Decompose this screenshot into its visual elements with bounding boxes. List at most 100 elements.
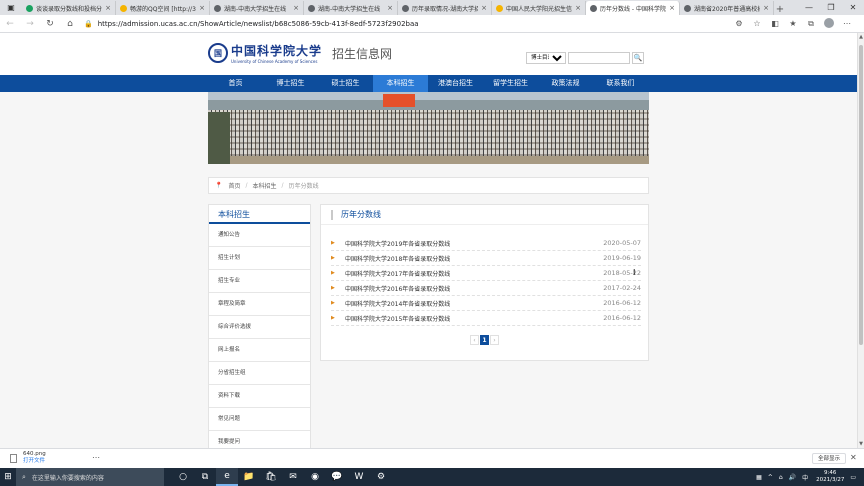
mail-icon[interactable]: ✉	[282, 468, 304, 486]
profile-avatar[interactable]	[820, 17, 838, 30]
scroll-up-icon[interactable]: ▲	[858, 34, 864, 40]
collections-icon[interactable]: ⧉	[802, 19, 820, 29]
list-item-title[interactable]: 中国科学院大学2018年各省录取分数线	[345, 254, 603, 263]
store-icon[interactable]: 🛍	[260, 468, 282, 486]
search-input[interactable]	[568, 52, 630, 64]
file-explorer-icon[interactable]: 📁	[238, 468, 260, 486]
list-item[interactable]: ▶ 中国科学院大学2018年各省录取分数线 2019-06-19	[331, 251, 641, 266]
sidebar-item[interactable]: 章程及简章	[209, 293, 310, 316]
list-item[interactable]: ▶ 中国科学院大学2015年各省录取分数线 2016-06-12	[331, 311, 641, 326]
ime-icon[interactable]: 中	[802, 473, 808, 482]
browser-tab[interactable]: 畅游的QQ空间 [http://311×	[116, 1, 210, 15]
sidebar-item[interactable]: 通知公告	[209, 224, 310, 247]
sidebar-item[interactable]: 综合评价选拔	[209, 316, 310, 339]
nav-item[interactable]: 硕士招生	[318, 75, 373, 92]
reload-icon[interactable]: ↻	[40, 19, 60, 29]
address-bar[interactable]: 🔒 https://admission.ucas.ac.cn/ShowArtic…	[80, 17, 730, 30]
minimize-icon[interactable]: —	[798, 0, 820, 15]
more-menu-icon[interactable]: ⋯	[838, 19, 856, 28]
close-window-icon[interactable]: ✕	[842, 0, 864, 15]
sidebar-item[interactable]: 资料下载	[209, 385, 310, 408]
network-icon[interactable]: ⌂	[779, 474, 783, 481]
list-item-title[interactable]: 中国科学院大学2014年各省录取分数线	[345, 299, 603, 308]
show-all-downloads-button[interactable]: 全部显示	[812, 453, 846, 464]
site-settings-icon[interactable]: ⚙	[730, 19, 748, 28]
list-item[interactable]: ▶ 中国科学院大学2014年各省录取分数线 2016-06-12	[331, 296, 641, 311]
browser-tab[interactable]: 湖南-中南大学招生在线 ×	[304, 1, 398, 15]
scroll-down-icon[interactable]: ▼	[858, 441, 864, 447]
tray-app-icon[interactable]: ▦	[756, 474, 762, 481]
browser-tab[interactable]: 历年录取情况-湖南大学招 ×	[398, 1, 492, 15]
site-logo[interactable]: 国 中国科学院大学 University of Chinese Academy …	[208, 42, 392, 64]
list-item[interactable]: ▶ 中国科学院大学2017年各省录取分数线 2018-05-22	[331, 266, 641, 281]
new-tab-button[interactable]: +	[774, 4, 786, 15]
tab-close-icon[interactable]: ×	[199, 4, 205, 12]
close-download-bar-icon[interactable]: ✕	[850, 453, 857, 462]
extension-icon[interactable]: ◧	[766, 19, 784, 28]
list-item-title[interactable]: 中国科学院大学2015年各省录取分数线	[345, 314, 603, 323]
nav-item[interactable]: 联系我们	[593, 75, 648, 92]
nav-item[interactable]: 政策法规	[538, 75, 593, 92]
list-item-title[interactable]: 中国科学院大学2016年各省录取分数线	[345, 284, 603, 293]
maximize-icon[interactable]: ❐	[820, 0, 842, 15]
open-file-link[interactable]: 打开文件	[23, 458, 46, 465]
sidebar-item[interactable]: 网上报名	[209, 339, 310, 362]
search-button[interactable]: 🔍	[632, 52, 644, 64]
wps-icon[interactable]: W	[348, 468, 370, 486]
page-scrollbar[interactable]: ▲ ▼	[857, 33, 864, 448]
tab-close-icon[interactable]: ×	[105, 4, 111, 12]
tab-close-icon[interactable]: ×	[763, 4, 769, 12]
browser-tab[interactable]: 湖南省2020年普通高校招 ×	[680, 1, 774, 15]
download-more-icon[interactable]: ⋯	[92, 453, 100, 462]
task-view-icon[interactable]: ⧉	[194, 468, 216, 486]
next-page-button[interactable]: ›	[490, 335, 499, 345]
sidebar-item[interactable]: 我要提问	[209, 431, 310, 448]
system-clock[interactable]: 9:46 2021/3/27	[816, 470, 844, 484]
browser-tab[interactable]: 谈谈录取分数线和投档分数 ×	[22, 1, 116, 15]
sidebar-item[interactable]: 分省招生组	[209, 362, 310, 385]
notification-icon[interactable]: ▭	[850, 474, 856, 481]
nav-item[interactable]: 本科招生	[373, 75, 428, 92]
search-category-select[interactable]: 博士目录	[526, 52, 566, 64]
tab-close-icon[interactable]: ×	[481, 4, 487, 12]
nav-item[interactable]: 留学生招生	[483, 75, 538, 92]
nav-item[interactable]: 港澳台招生	[428, 75, 483, 92]
star-icon[interactable]: ☆	[748, 19, 766, 28]
forward-icon[interactable]: →	[20, 19, 40, 29]
list-item-title[interactable]: 中国科学院大学2017年各省录取分数线	[345, 269, 603, 278]
scrollbar-thumb[interactable]	[859, 45, 863, 345]
list-item-title[interactable]: 中国科学院大学2019年各省录取分数线	[345, 239, 603, 248]
sidebar-item[interactable]: 常见问题	[209, 408, 310, 431]
tab-close-icon[interactable]: ×	[387, 4, 393, 12]
sidebar-item[interactable]: 招生计划	[209, 247, 310, 270]
chevron-up-icon[interactable]: ^	[768, 474, 773, 481]
tab-close-icon[interactable]: ×	[575, 4, 581, 12]
browser-tab[interactable]: 中国人民大学阳光招生信息 ×	[492, 1, 586, 15]
list-item[interactable]: ▶ 中国科学院大学2019年各省录取分数线 2020-05-07	[331, 236, 641, 251]
list-item[interactable]: ▶ 中国科学院大学2016年各省录取分数线 2017-02-24	[331, 281, 641, 296]
breadcrumb-section[interactable]: 本科招生	[253, 181, 277, 190]
favorites-icon[interactable]: ★	[784, 19, 802, 28]
chrome-icon[interactable]: ◉	[304, 468, 326, 486]
edge-browser-icon[interactable]: e	[216, 468, 238, 486]
cortana-icon[interactable]: ○	[172, 468, 194, 486]
browser-tab[interactable]: 历年分数线 - 中国科学院大 ×	[586, 1, 680, 15]
page-1-button[interactable]: 1	[480, 335, 489, 345]
tab-close-icon[interactable]: ×	[669, 4, 675, 12]
wechat-icon[interactable]: 💬	[326, 468, 348, 486]
home-icon[interactable]: ⌂	[60, 19, 80, 29]
nav-item[interactable]: 首页	[208, 75, 263, 92]
browser-tab[interactable]: 湖南-中南大学招生在线 ×	[210, 1, 304, 15]
back-icon[interactable]: ←	[0, 19, 20, 29]
window-menu-icon[interactable]: ▣	[0, 0, 22, 15]
windows-start-icon[interactable]: ⊞	[0, 472, 16, 482]
settings-icon[interactable]: ⚙	[370, 468, 392, 486]
download-item[interactable]: 640.png 打开文件	[10, 451, 46, 465]
prev-page-button[interactable]: ‹	[470, 335, 479, 345]
volume-icon[interactable]: 🔊	[789, 474, 796, 481]
taskbar-search[interactable]: ⌕ 在这里输入你要搜索的内容	[16, 468, 164, 486]
breadcrumb-home[interactable]: 首页	[228, 181, 240, 190]
nav-item[interactable]: 博士招生	[263, 75, 318, 92]
tab-close-icon[interactable]: ×	[293, 4, 299, 12]
sidebar-item[interactable]: 招生专业	[209, 270, 310, 293]
